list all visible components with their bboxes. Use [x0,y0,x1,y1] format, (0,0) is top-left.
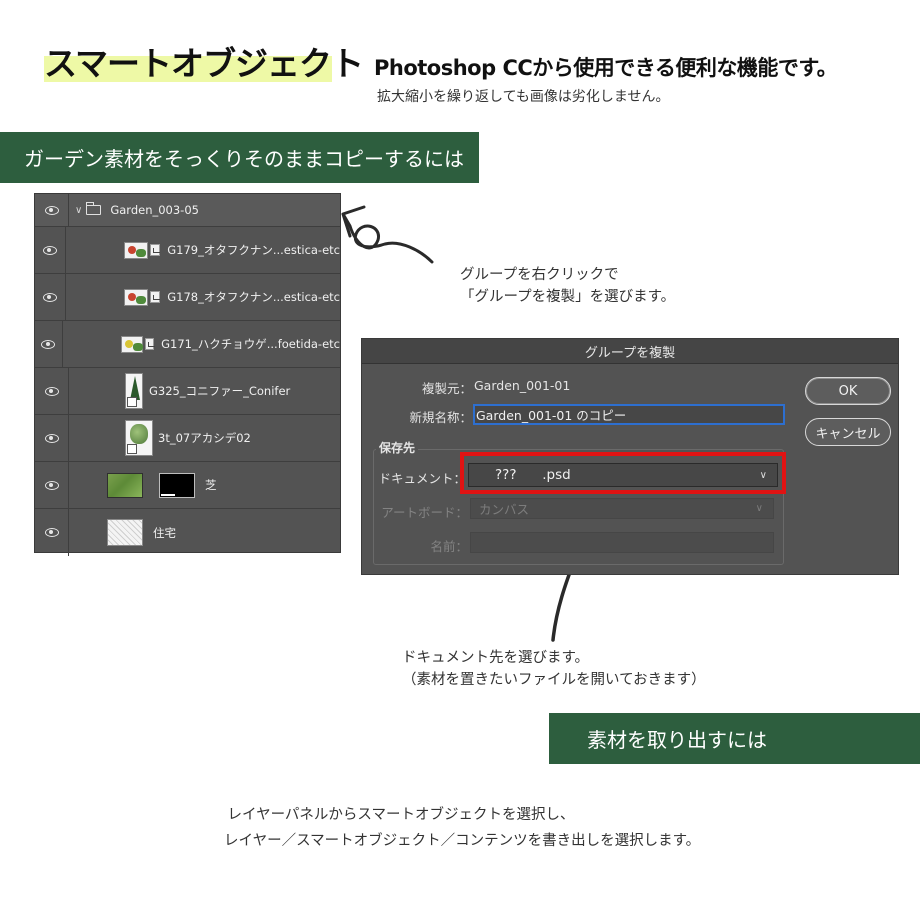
name-label: 名前： [430,539,468,554]
source-value: Garden_001-01 [474,378,571,393]
visibility-toggle[interactable] [35,462,69,508]
document-label: ドキュメント： [378,471,466,486]
layer-thumbnail [107,472,143,498]
layer-thumbnail [107,519,143,546]
layer-row[interactable]: G178_オタフクナン...estica-etc [35,274,340,321]
ok-button[interactable]: OK [805,377,891,405]
eye-icon [44,386,59,396]
new-name-input[interactable]: Garden_001-01 のコピー [473,404,785,425]
note-right-click: グループを右クリックで 「グループを複製」を選びます。 [460,267,676,305]
visibility-toggle[interactable] [35,194,69,226]
smart-object-badge-icon [150,244,161,256]
document-highlight-box [460,452,786,494]
name-input[interactable] [470,532,774,553]
layer-thumbnail [123,241,149,259]
source-label: 複製元： [421,381,472,396]
layer-mask-thumbnail[interactable] [159,472,195,498]
layer-thumbnail [125,373,143,409]
page-subtitle: Photoshop CCから使用できる便利な機能です。 [374,56,838,80]
note-document: ドキュメント先を選びます。 （素材を置きたいファイルを開いておきます） [402,650,706,688]
visibility-toggle[interactable] [35,415,69,461]
layer-row[interactable]: 芝 [35,462,340,509]
artboard-select[interactable]: カンバス ∨ [470,498,774,519]
section-banner-copy: ガーデン素材をそっくりそのままコピーするには [0,132,479,183]
layer-row[interactable]: 3t_07アカシデ02 [35,415,340,462]
layer-thumbnail [120,335,143,353]
arrow-to-group [341,205,434,264]
note-extract: レイヤーパネルからスマートオブジェクトを選択し、 レイヤー／スマートオブジェクト… [224,807,701,849]
layer-name: G179_オタフクナン...estica-etc [167,243,340,257]
destination-label: 保存先 [376,439,419,456]
eye-icon [42,292,57,302]
layer-name: 3t_07アカシデ02 [158,431,251,445]
layers-panel: ∨ Garden_003-05 G179_オタフクナン...estica-etc… [34,193,341,556]
layer-name: G171_ハクチョウゲ...foetida-etc [161,337,340,351]
eye-icon [44,205,59,215]
layer-group-name: Garden_003-05 [110,203,199,217]
section-banner-extract: 素材を取り出すには [549,713,920,764]
artboard-label: アートボード： [381,505,468,520]
layer-group-row[interactable]: ∨ Garden_003-05 [35,194,340,227]
layer-row[interactable]: G325_コニファー_Conifer [35,368,340,415]
page-title: スマートオブジェクト [44,44,364,83]
folder-icon [86,202,102,215]
layer-name: G325_コニファー_Conifer [149,384,291,398]
new-name-label: 新規名称： [409,410,472,425]
page-description: 拡大縮小を繰り返しても画像は劣化しません。 [377,89,670,105]
smart-object-badge-icon [150,291,161,303]
layer-name: 芝 [205,478,217,492]
visibility-toggle[interactable] [35,227,66,273]
layer-thumbnail [123,288,149,306]
chevron-down-icon: ∨ [755,503,763,514]
eye-icon [44,480,59,490]
eye-icon [44,528,59,537]
eye-icon [41,339,56,349]
eye-icon [42,245,57,255]
layer-name: 住宅 [153,525,176,540]
layer-row[interactable]: G179_オタフクナン...estica-etc [35,227,340,274]
visibility-toggle[interactable] [35,321,63,367]
dialog-title: グループを複製 [362,339,898,364]
visibility-toggle[interactable] [35,509,69,556]
layer-name: G178_オタフクナン...estica-etc [167,290,340,304]
layer-thumbnail [125,420,153,456]
visibility-toggle[interactable] [35,274,66,320]
chevron-down-icon[interactable]: ∨ [75,205,82,216]
eye-icon [44,433,59,443]
cancel-button[interactable]: キャンセル [805,418,891,446]
title-block: スマートオブジェクト [44,42,364,86]
smart-object-badge-icon [144,338,156,350]
layer-row[interactable]: G171_ハクチョウゲ...foetida-etc [35,321,340,368]
layer-row[interactable]: 住宅 [35,509,340,556]
visibility-toggle[interactable] [35,368,69,414]
